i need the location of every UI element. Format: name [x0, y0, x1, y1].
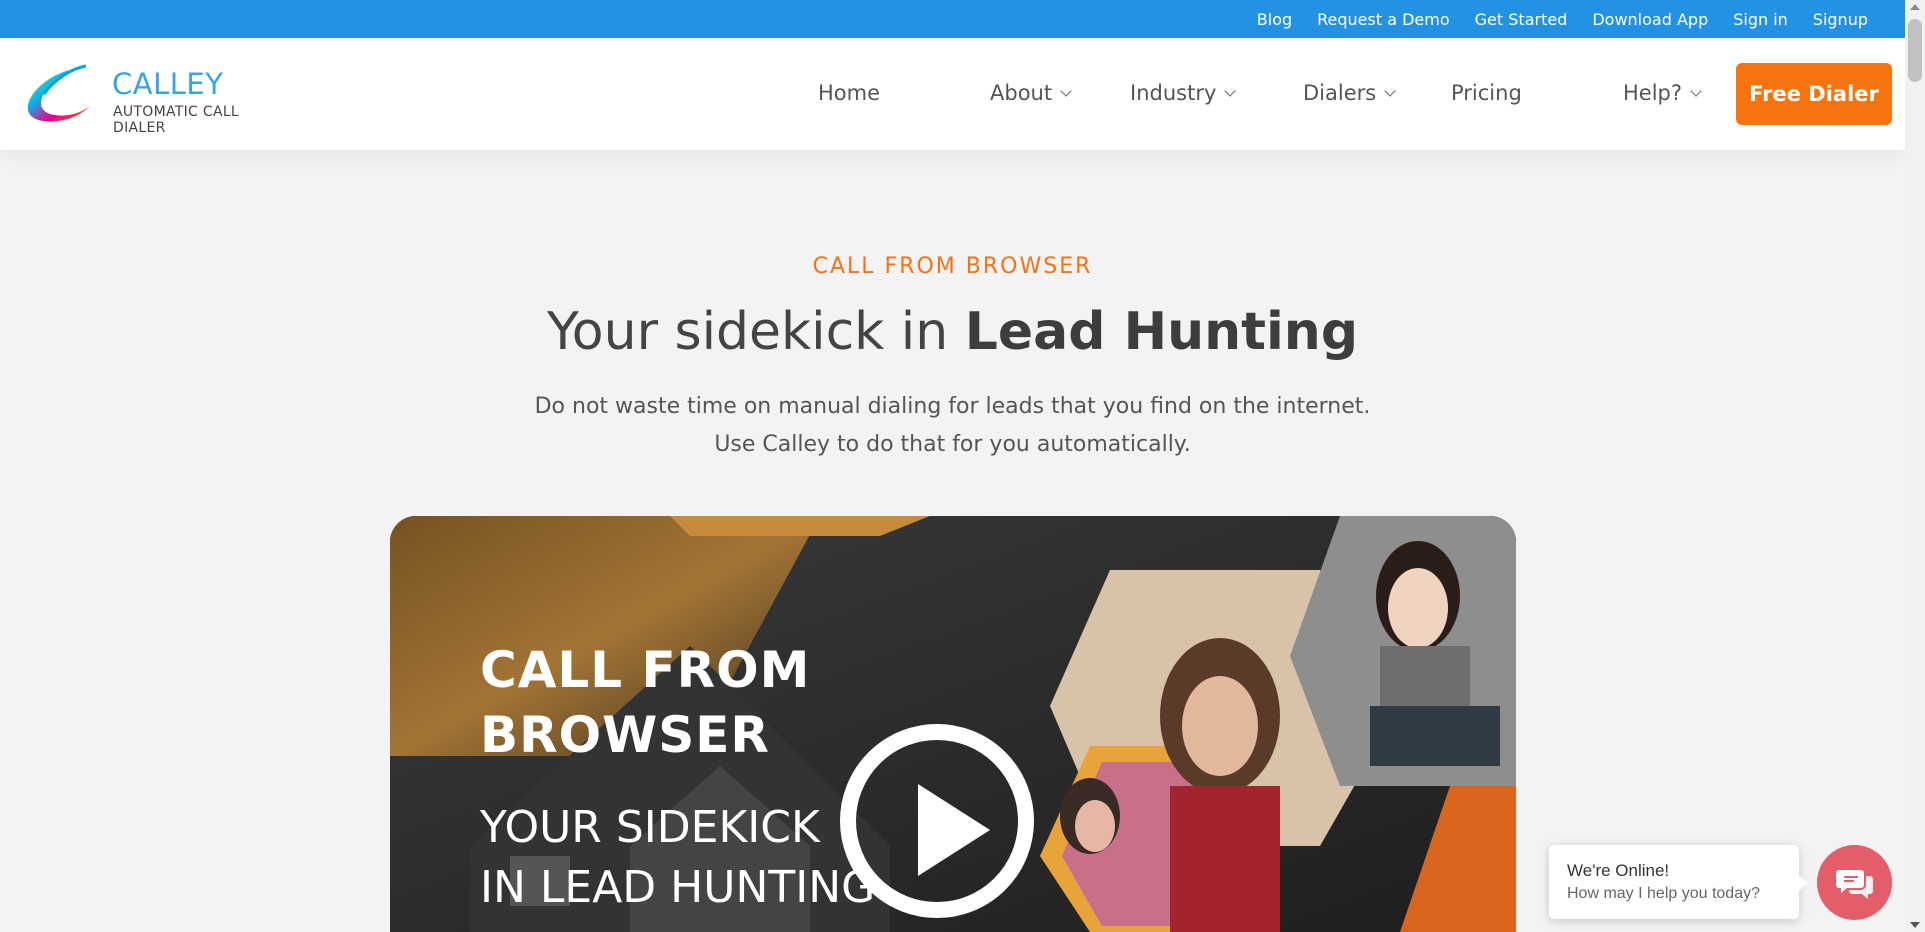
- chat-popup[interactable]: We're Online! How may I help you today?: [1549, 845, 1808, 919]
- request-demo-link[interactable]: Request a Demo: [1317, 10, 1450, 29]
- nav-industry[interactable]: Industry: [1130, 81, 1237, 105]
- video-title: CALL FROM BROWSER: [480, 638, 810, 768]
- nav-pricing[interactable]: Pricing: [1451, 81, 1522, 105]
- page-scrollbar[interactable]: [1905, 0, 1925, 932]
- hero-subtext-line2: Use Calley to do that for you automatica…: [714, 432, 1191, 457]
- logo-tagline: AUTOMATIC CALL DIALER: [113, 104, 240, 136]
- scroll-up-icon[interactable]: [1910, 4, 1920, 10]
- nav-about-label: About: [990, 81, 1053, 105]
- headline-bold: Lead Hunting: [964, 302, 1359, 362]
- nav-home[interactable]: Home: [818, 81, 880, 105]
- chat-title: We're Online!: [1567, 861, 1670, 880]
- signup-link[interactable]: Signup: [1813, 10, 1868, 29]
- nav-dialers-label: Dialers: [1303, 81, 1377, 105]
- video-subtitle-line2: IN LEAD HUNTING: [480, 862, 876, 913]
- main-header: CALLEY AUTOMATIC CALL DIALER Home About …: [0, 38, 1905, 150]
- video-title-line1: CALL FROM: [480, 641, 811, 699]
- chat-button[interactable]: [1817, 845, 1892, 920]
- chevron-down-icon: [1384, 84, 1396, 97]
- logo-name: CALLEY: [112, 67, 224, 101]
- chat-icon: [1835, 869, 1873, 899]
- nav-home-label: Home: [818, 81, 881, 105]
- hero-headline: Your sidekick in Lead Hunting: [0, 302, 1905, 362]
- calley-logo[interactable]: CALLEY AUTOMATIC CALL DIALER: [24, 62, 294, 136]
- video-subtitle-line1: YOUR SIDEKICK: [480, 802, 820, 853]
- sign-in-link[interactable]: Sign in: [1733, 10, 1788, 29]
- nav-dialers[interactable]: Dialers: [1303, 81, 1396, 105]
- chevron-down-icon: [1060, 84, 1072, 97]
- hero-eyebrow: CALL FROM BROWSER: [812, 254, 1093, 279]
- chat-subtitle: How may I help you today?: [1567, 885, 1760, 902]
- download-app-link[interactable]: Download App: [1592, 10, 1708, 29]
- scroll-down-icon[interactable]: [1910, 922, 1920, 928]
- nav-pricing-label: Pricing: [1451, 81, 1522, 105]
- get-started-link[interactable]: Get Started: [1475, 10, 1568, 29]
- nav-industry-label: Industry: [1130, 81, 1217, 105]
- top-bar: Blog Request a Demo Get Started Download…: [0, 0, 1905, 38]
- logo-swirl-icon: [27, 64, 90, 122]
- nav-about[interactable]: About: [990, 81, 1072, 105]
- free-dialer-button[interactable]: Free Dialer: [1736, 63, 1892, 125]
- video-subtitle: YOUR SIDEKICK IN LEAD HUNTING: [480, 798, 875, 918]
- video-title-line2: BROWSER: [480, 706, 770, 764]
- hero-subtext-line1: Do not waste time on manual dialing for …: [534, 394, 1371, 419]
- chevron-down-icon: [1224, 84, 1237, 97]
- blog-link[interactable]: Blog: [1257, 10, 1292, 29]
- top-links: Blog Request a Demo Get Started Download…: [1232, 0, 1868, 38]
- scroll-thumb[interactable]: [1908, 19, 1922, 82]
- chevron-down-icon: [1690, 84, 1702, 97]
- video-player[interactable]: CALL FROM BROWSER YOUR SIDEKICK IN LEAD …: [390, 516, 1516, 932]
- play-icon[interactable]: [840, 724, 1034, 918]
- nav-help[interactable]: Help?: [1623, 81, 1702, 105]
- hero-subtext: Do not waste time on manual dialing for …: [0, 388, 1905, 464]
- nav-help-label: Help?: [1623, 81, 1683, 105]
- headline-plain: Your sidekick in: [546, 302, 965, 362]
